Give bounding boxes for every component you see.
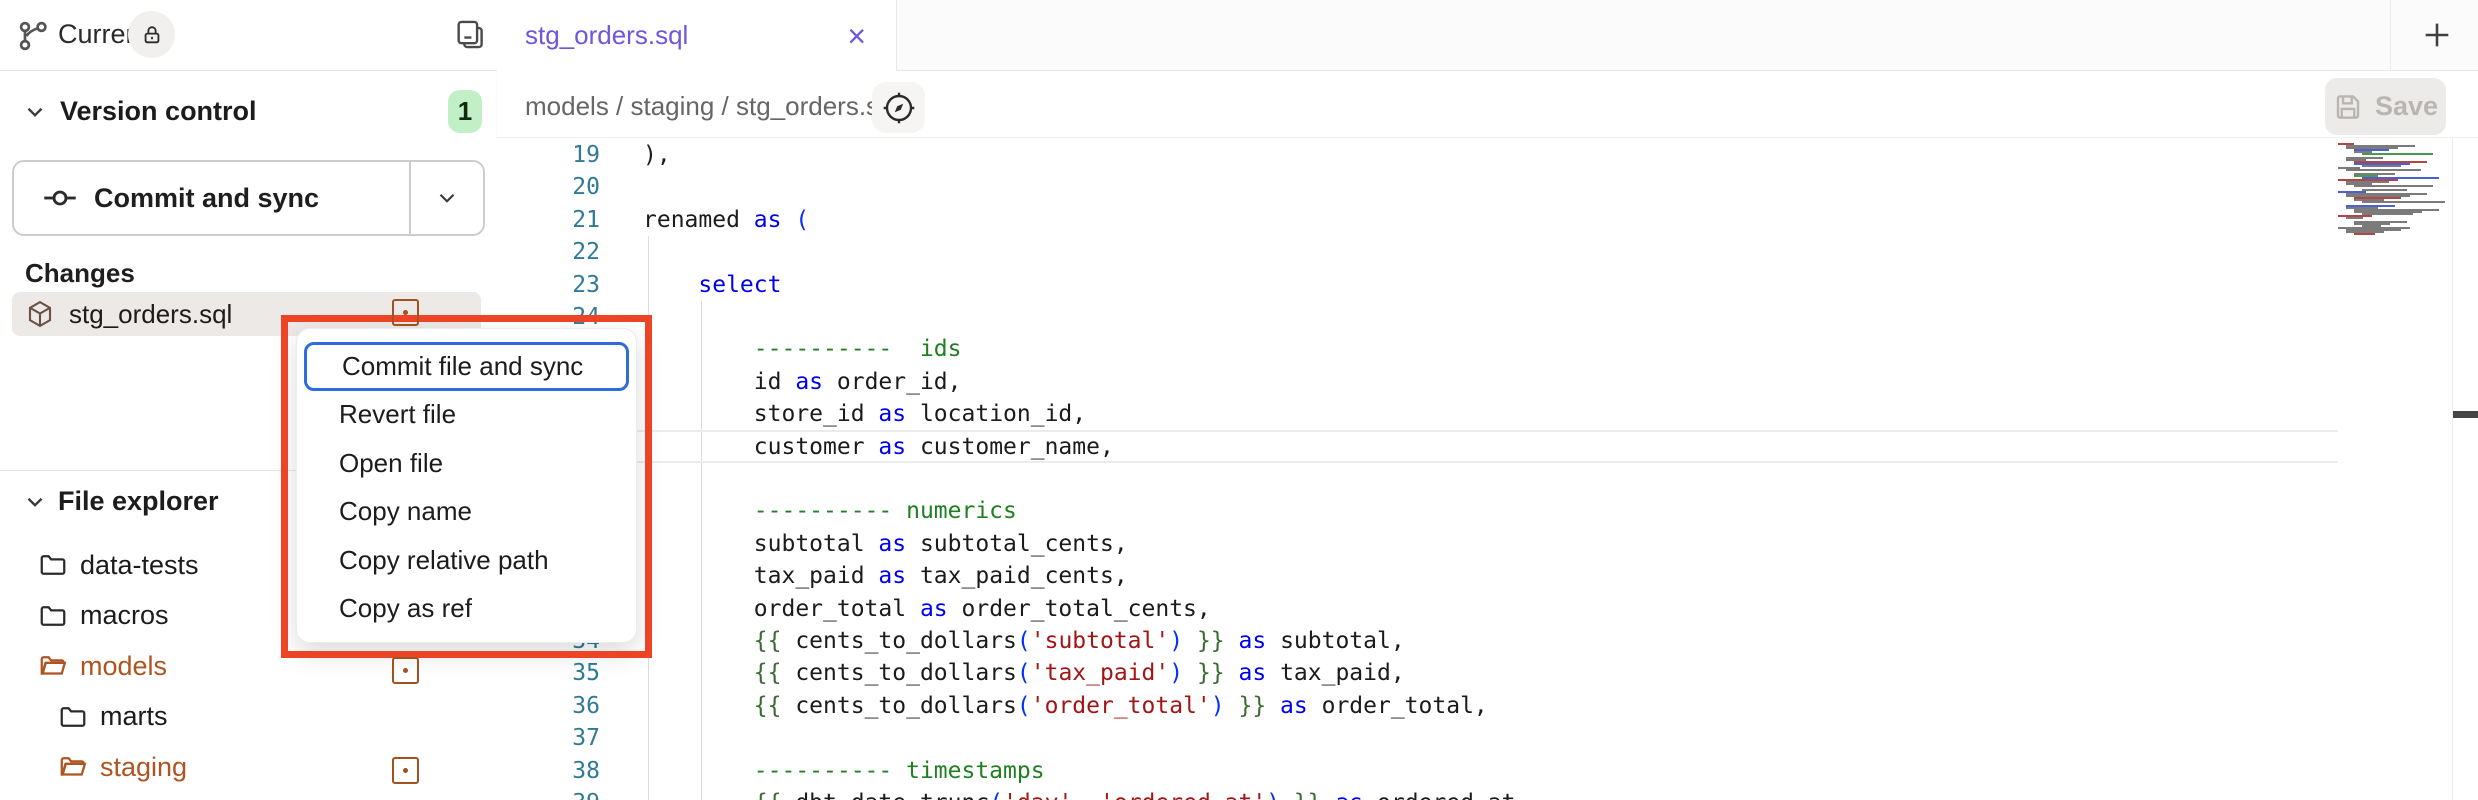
folder-open-icon bbox=[58, 752, 88, 782]
tree-item-label: staging bbox=[100, 752, 187, 783]
chevron-down-icon bbox=[22, 489, 48, 515]
dbt-ide-window: Current Version control 1 bbox=[0, 0, 2478, 800]
model-cube-icon bbox=[25, 299, 55, 329]
changes-title: Changes bbox=[25, 258, 135, 289]
tree-item-staging[interactable]: staging bbox=[0, 742, 497, 792]
tree-item-models[interactable]: models bbox=[0, 641, 497, 691]
code-line: order_total as order_total_cents, bbox=[643, 593, 1211, 626]
changed-file-name: stg_orders.sql bbox=[69, 299, 232, 330]
code-line: ---------- numerics bbox=[643, 495, 1017, 528]
minimap-line bbox=[2362, 189, 2407, 191]
minimap[interactable] bbox=[2338, 140, 2452, 800]
menu-item-copy-name[interactable]: Copy name bbox=[297, 488, 636, 537]
current-line-border bbox=[608, 461, 2338, 463]
code-line: store_id as location_id, bbox=[643, 398, 1086, 431]
code-line: id as order_id, bbox=[643, 366, 962, 399]
code-line: ), bbox=[643, 139, 671, 172]
code-line: {{ cents_to_dollars('subtotal') }} as su… bbox=[643, 625, 1405, 658]
menu-item-commit-file-and-sync[interactable]: Commit file and sync bbox=[304, 342, 629, 391]
overview-ruler-mark bbox=[2453, 411, 2478, 418]
commit-options-dropdown[interactable] bbox=[409, 162, 483, 234]
folder-closed-icon bbox=[58, 702, 88, 732]
code-line: customer as customer_name, bbox=[643, 431, 1114, 464]
current-line-border bbox=[608, 430, 2338, 432]
version-control-title: Version control bbox=[60, 96, 257, 127]
code-line: ---------- timestamps bbox=[643, 755, 1045, 788]
minimap-line bbox=[2346, 217, 2363, 219]
line-number: 37 bbox=[497, 722, 600, 755]
line-number: 35 bbox=[497, 657, 600, 690]
tab-stg-orders[interactable]: stg_orders.sql × bbox=[497, 0, 897, 71]
git-branch-icon bbox=[16, 18, 52, 54]
code-line: select bbox=[643, 269, 781, 302]
menu-item-open-file[interactable]: Open file bbox=[297, 439, 636, 488]
code-line: subtotal as subtotal_cents, bbox=[643, 528, 1128, 561]
folder-open-icon bbox=[38, 651, 68, 681]
tree-item-label: models bbox=[80, 651, 167, 682]
new-tab-button[interactable] bbox=[2412, 10, 2462, 60]
minimap-line bbox=[2346, 169, 2421, 171]
line-number: 19 bbox=[497, 139, 600, 172]
changes-count-badge: 1 bbox=[448, 90, 482, 133]
code-line: {{ cents_to_dollars('order_total') }} as… bbox=[643, 690, 1488, 723]
line-number: 36 bbox=[497, 690, 600, 723]
git-commit-icon bbox=[42, 180, 78, 216]
version-control-header[interactable]: Version control bbox=[22, 96, 257, 127]
code-line: tax_paid as tax_paid_cents, bbox=[643, 560, 1128, 593]
tab-title: stg_orders.sql bbox=[525, 20, 688, 51]
menu-item-revert-file[interactable]: Revert file bbox=[297, 391, 636, 440]
tree-item-label: data-tests bbox=[80, 550, 199, 581]
file-explorer-header[interactable]: File explorer bbox=[22, 486, 219, 517]
lineage-compass-button[interactable] bbox=[872, 82, 925, 133]
line-number: 39 bbox=[497, 787, 600, 800]
branch-lock-badge bbox=[128, 11, 175, 58]
divider bbox=[2452, 138, 2453, 800]
chevron-down-icon bbox=[22, 99, 48, 125]
line-number: 38 bbox=[497, 755, 600, 788]
modified-indicator-icon bbox=[392, 299, 419, 326]
minimap-line bbox=[2362, 201, 2445, 203]
line-number: 20 bbox=[497, 171, 600, 204]
save-button[interactable]: Save bbox=[2325, 78, 2446, 135]
minimap-line bbox=[2354, 233, 2375, 235]
line-number: 22 bbox=[497, 236, 600, 269]
chevron-down-icon bbox=[434, 185, 460, 211]
tree-item-label: macros bbox=[80, 600, 169, 631]
minimap-line bbox=[2362, 165, 2401, 167]
modified-indicator-icon bbox=[392, 657, 419, 684]
code-editor[interactable]: 19),2021renamed as (2223 select2425 ----… bbox=[497, 138, 2478, 800]
tree-item-marts[interactable]: marts bbox=[0, 692, 497, 742]
branch-bar: Current bbox=[0, 0, 497, 71]
modified-indicator-icon bbox=[392, 757, 419, 784]
compass-icon bbox=[881, 90, 917, 126]
code-line: {{ cents_to_dollars('tax_paid') }} as ta… bbox=[643, 657, 1405, 690]
commit-and-sync-split-button: Commit and sync bbox=[12, 160, 485, 236]
divider bbox=[2390, 0, 2391, 70]
line-number: 23 bbox=[497, 269, 600, 302]
commit-and-sync-label: Commit and sync bbox=[94, 183, 319, 214]
code-line: renamed as ( bbox=[643, 204, 809, 237]
code-line: {{ dbt.date_trunc('day', 'ordered_at') }… bbox=[643, 787, 1529, 800]
code-line: ---------- ids bbox=[643, 333, 962, 366]
file-explorer-title: File explorer bbox=[58, 486, 219, 517]
folder-closed-icon bbox=[38, 601, 68, 631]
tab-close-icon[interactable]: × bbox=[847, 20, 866, 52]
folder-closed-icon bbox=[38, 550, 68, 580]
file-context-menu: Commit file and syncRevert fileOpen file… bbox=[296, 328, 637, 643]
duplicate-icon[interactable] bbox=[450, 14, 490, 54]
tree-item-label: marts bbox=[100, 701, 168, 732]
breadcrumb: models / staging / stg_orders.sql bbox=[525, 91, 899, 122]
minimap-line bbox=[2354, 185, 2433, 187]
minimap-line bbox=[2362, 153, 2433, 155]
menu-item-copy-relative-path[interactable]: Copy relative path bbox=[297, 536, 636, 585]
save-floppy-icon bbox=[2333, 92, 2363, 122]
menu-item-copy-as-ref[interactable]: Copy as ref bbox=[297, 585, 636, 634]
save-label: Save bbox=[2375, 91, 2438, 122]
commit-and-sync-button[interactable]: Commit and sync bbox=[14, 162, 409, 234]
line-number: 21 bbox=[497, 204, 600, 237]
